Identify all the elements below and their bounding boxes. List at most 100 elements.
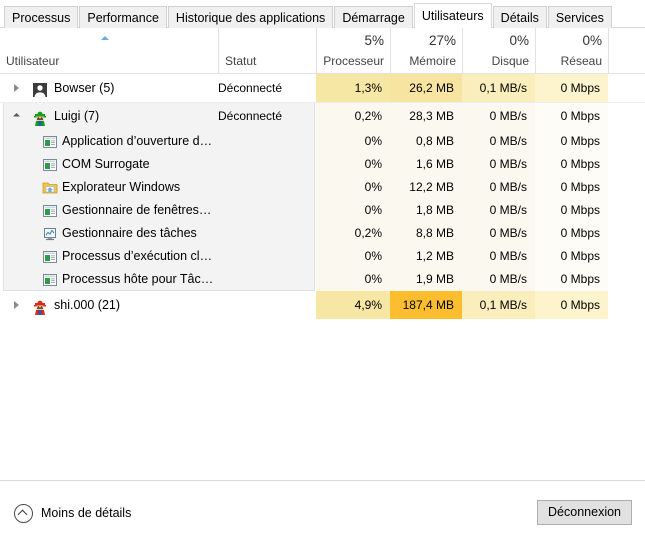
memory-cell: 1,6 MB: [390, 153, 462, 176]
tab-historique-des-applications[interactable]: Historique des applications: [168, 6, 333, 28]
column-header-disque[interactable]: 0% Disque: [462, 28, 535, 73]
tab-services[interactable]: Services: [548, 6, 612, 28]
column-header-processeur[interactable]: 5% Processeur: [316, 28, 390, 73]
column-header-disque-label: Disque: [469, 54, 529, 68]
column-header-reseau-label: Réseau: [542, 54, 602, 68]
column-header-memoire-pct: 27%: [397, 33, 456, 48]
column-header-memoire-label: Mémoire: [397, 54, 456, 68]
row-name-cell: Processus d’exécution clie...: [0, 245, 218, 268]
process-row[interactable]: Gestionnaire des tâches0,2%8,8 MB0 MB/s0…: [0, 222, 645, 245]
cpu-cell: 0%: [316, 176, 390, 199]
row-name-cell: Processus hôte pour Tâche...: [0, 268, 218, 291]
process-name-label: Gestionnaire des tâches: [62, 222, 214, 245]
tab-strip: Processus Performance Historique des app…: [0, 0, 645, 28]
column-header-utilisateur-label: Utilisateur: [6, 54, 212, 68]
row-status-cell: Déconnecté: [218, 102, 316, 130]
memory-cell: 1,9 MB: [390, 268, 462, 291]
column-header-disque-pct: 0%: [469, 33, 529, 48]
task-manager-icon: [42, 226, 58, 242]
process-row[interactable]: Processus hôte pour Tâche... 0%1,9 MB0 MB…: [0, 268, 645, 291]
disk-cell: 0 MB/s: [462, 245, 535, 268]
disk-cell: 0 MB/s: [462, 153, 535, 176]
window-app-icon: [42, 272, 58, 288]
row-name-cell: shi.000 (21): [0, 291, 218, 319]
disk-cell: 0,1 MB/s: [462, 74, 535, 102]
user-row[interactable]: Luigi (7)Déconnecté0,2%28,3 MB0 MB/s0 Mb…: [0, 102, 645, 130]
memory-cell: 26,2 MB: [390, 74, 462, 102]
column-header-reseau-pct: 0%: [542, 33, 602, 48]
row-name-cell: Application d’ouverture de...: [0, 130, 218, 153]
disk-cell: 0 MB/s: [462, 102, 535, 130]
tab-utilisateurs[interactable]: Utilisateurs: [414, 3, 492, 28]
disk-cell: 0 MB/s: [462, 199, 535, 222]
memory-cell: 28,3 MB: [390, 102, 462, 130]
process-name-label: COM Surrogate: [62, 153, 214, 176]
expand-triangle-icon[interactable]: [14, 301, 19, 309]
column-header-row: Utilisateur Statut 5% Processeur 27% Mém…: [0, 28, 645, 74]
network-cell: 0 Mbps: [535, 102, 608, 130]
users-table-body: Bowser (5)Déconnecté1,3%26,2 MB0,1 MB/s0…: [0, 74, 645, 319]
tab-performance[interactable]: Performance: [79, 6, 167, 28]
row-name-cell: COM Surrogate: [0, 153, 218, 176]
memory-cell: 1,2 MB: [390, 245, 462, 268]
disk-cell: 0 MB/s: [462, 130, 535, 153]
process-row[interactable]: Processus d’exécution clie...0%1,2 MB0 M…: [0, 245, 645, 268]
cpu-cell: 1,3%: [316, 74, 390, 102]
window-app-icon: [42, 249, 58, 265]
window-app-icon: [42, 134, 58, 150]
chevron-up-circle-icon: [14, 504, 33, 523]
footer-bar: Moins de détails Déconnexion: [0, 480, 645, 539]
process-row[interactable]: Application d’ouverture de... 0%0,8 MB0 M…: [0, 130, 645, 153]
column-header-statut-label: Statut: [225, 54, 310, 68]
row-name-cell: Gestionnaire des tâches: [0, 222, 218, 245]
tab-processus[interactable]: Processus: [4, 6, 78, 28]
network-cell: 0 Mbps: [535, 245, 608, 268]
cpu-cell: 0%: [316, 130, 390, 153]
network-cell: 0 Mbps: [535, 199, 608, 222]
disk-cell: 0 MB/s: [462, 176, 535, 199]
mario-avatar-icon: [32, 297, 48, 313]
network-cell: 0 Mbps: [535, 268, 608, 291]
collapse-triangle-icon[interactable]: [13, 113, 20, 120]
cpu-cell: 0%: [316, 245, 390, 268]
user-row[interactable]: Bowser (5)Déconnecté1,3%26,2 MB0,1 MB/s0…: [0, 74, 645, 102]
logoff-button[interactable]: Déconnexion: [537, 500, 632, 525]
memory-cell: 8,8 MB: [390, 222, 462, 245]
user-name-label: Bowser (5): [54, 74, 214, 102]
users-list-area: Utilisateur Statut 5% Processeur 27% Mém…: [0, 28, 645, 480]
network-cell: 0 Mbps: [535, 291, 608, 319]
process-row[interactable]: Explorateur Windows0%12,2 MB0 MB/s0 Mbps: [0, 176, 645, 199]
column-header-spacer: [608, 28, 645, 73]
column-header-reseau[interactable]: 0% Réseau: [535, 28, 608, 73]
column-header-utilisateur[interactable]: Utilisateur: [0, 28, 218, 73]
expand-triangle-icon[interactable]: [14, 84, 19, 92]
column-header-memoire[interactable]: 27% Mémoire: [390, 28, 462, 73]
tab-details[interactable]: Détails: [493, 6, 547, 28]
network-cell: 0 Mbps: [535, 153, 608, 176]
network-cell: 0 Mbps: [535, 222, 608, 245]
folder-explorer-icon: [42, 180, 58, 196]
network-cell: 0 Mbps: [535, 176, 608, 199]
tab-demarrage[interactable]: Démarrage: [334, 6, 413, 28]
process-name-label: Gestionnaire de fenêtres d...: [62, 199, 214, 222]
cpu-cell: 0%: [316, 268, 390, 291]
window-app-icon: [42, 157, 58, 173]
row-name-cell: Luigi (7): [0, 102, 218, 130]
row-separator: [0, 102, 645, 103]
network-cell: 0 Mbps: [535, 74, 608, 102]
memory-cell: 0,8 MB: [390, 130, 462, 153]
process-name-label: Explorateur Windows: [62, 176, 214, 199]
memory-cell: 1,8 MB: [390, 199, 462, 222]
disk-cell: 0 MB/s: [462, 222, 535, 245]
column-header-statut[interactable]: Statut: [218, 28, 316, 73]
process-row[interactable]: COM Surrogate0%1,6 MB0 MB/s0 Mbps: [0, 153, 645, 176]
less-details-button[interactable]: Moins de détails: [14, 503, 131, 523]
process-row[interactable]: Gestionnaire de fenêtres d...0%1,8 MB0 M…: [0, 199, 645, 222]
process-name-label: Processus hôte pour Tâche...: [62, 268, 214, 291]
window-app-icon: [42, 203, 58, 219]
column-header-processeur-label: Processeur: [323, 54, 384, 68]
disk-cell: 0,1 MB/s: [462, 291, 535, 319]
row-status-cell: Déconnecté: [218, 74, 316, 102]
disk-cell: 0 MB/s: [462, 268, 535, 291]
user-row[interactable]: shi.000 (21)4,9%187,4 MB0,1 MB/s0 Mbps: [0, 291, 645, 319]
